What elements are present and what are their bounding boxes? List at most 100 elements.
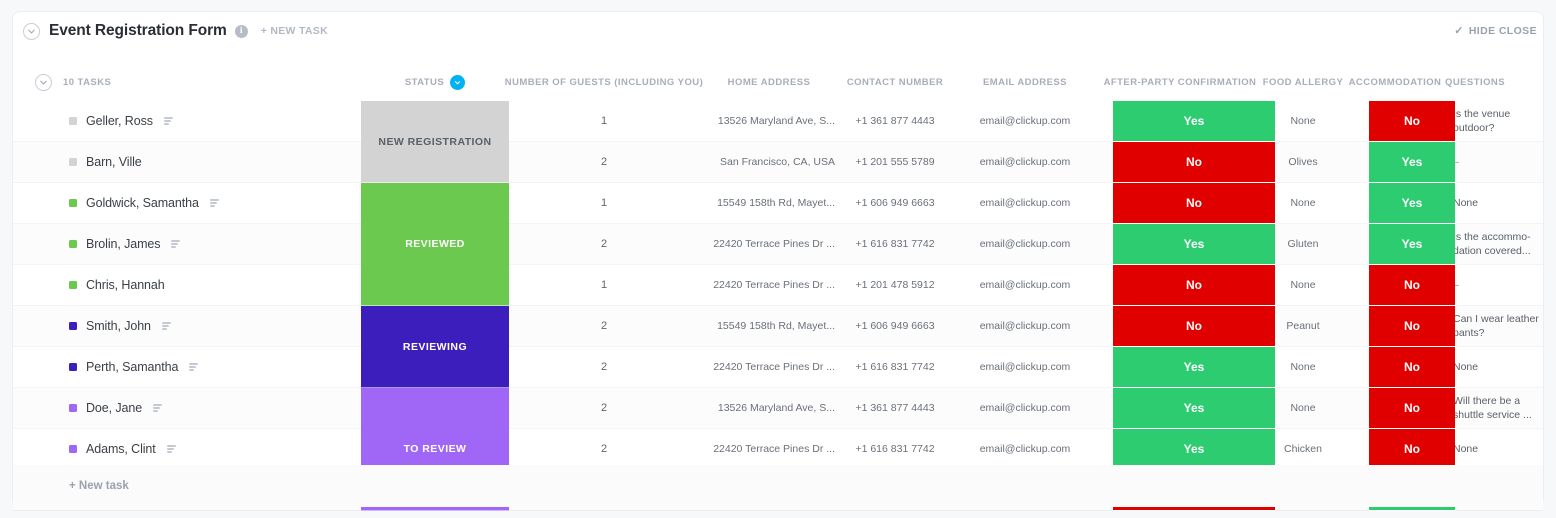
task-name-cell[interactable]: Chris, Hannah <box>13 265 361 305</box>
phone-cell[interactable]: +1 616 831 7742 <box>839 224 951 264</box>
description-icon[interactable] <box>171 240 181 248</box>
phone-cell[interactable]: +1 606 949 6663 <box>839 306 951 346</box>
questions-cell[interactable]: Is the accommo-dation covered... <box>1445 224 1545 264</box>
after-party-value[interactable]: Yes <box>1113 388 1275 429</box>
accommodation-value[interactable]: Yes <box>1369 224 1455 265</box>
column-header-accommodation[interactable]: ACCOMMODATION <box>1345 77 1445 88</box>
questions-cell[interactable]: Can I wear leather pants? <box>1445 306 1545 346</box>
email-cell[interactable]: email@clickup.com <box>951 224 1099 264</box>
task-name-cell[interactable]: Goldwick, Samantha <box>13 183 361 223</box>
address-cell[interactable]: 22420 Terrace Pines Dr ... <box>699 347 839 387</box>
phone-cell[interactable]: +1 361 877 4443 <box>839 101 951 141</box>
status-filter-chevron-down-icon[interactable] <box>450 75 466 90</box>
description-icon[interactable] <box>153 404 163 412</box>
phone-cell[interactable]: +1 616 831 7742 <box>839 347 951 387</box>
questions-cell[interactable]: None <box>1445 183 1545 223</box>
email-cell[interactable]: email@clickup.com <box>951 101 1099 141</box>
column-header-address[interactable]: HOME ADDRESS <box>699 77 839 88</box>
guests-cell[interactable]: 1 <box>509 101 699 141</box>
task-name-cell[interactable]: Barn, Ville <box>13 142 361 182</box>
accommodation-value[interactable]: Yes <box>1369 183 1455 224</box>
questions-cell[interactable]: Will there be a shuttle service ... <box>1445 388 1545 428</box>
after-party-value[interactable]: Yes <box>1113 347 1275 388</box>
address-cell[interactable]: 15549 158th Rd, Mayet... <box>699 183 839 223</box>
after-party-value[interactable]: No <box>1113 142 1275 183</box>
questions-cell[interactable]: Is the venue outdoor? <box>1445 101 1545 141</box>
task-name-cell[interactable]: Perth, Samantha <box>13 347 361 387</box>
guests-cell[interactable]: 1 <box>509 183 699 223</box>
phone-cell[interactable]: +1 616 831 7742 <box>839 429 951 469</box>
questions-cell[interactable]: None <box>1445 347 1545 387</box>
questions-cell[interactable]: – <box>1445 142 1545 182</box>
column-header-status[interactable]: STATUS <box>361 75 509 90</box>
table-row[interactable]: Goldwick, Samantha 1 15549 158th Rd, Mayet… <box>13 183 1543 224</box>
after-party-value[interactable]: No <box>1113 306 1275 347</box>
after-party-value[interactable]: Yes <box>1113 429 1275 470</box>
address-cell[interactable]: San Francisco, CA, USA <box>699 142 839 182</box>
add-new-task-button[interactable]: + New task <box>13 465 1543 507</box>
guests-cell[interactable]: 2 <box>509 142 699 182</box>
address-cell[interactable]: 22420 Terrace Pines Dr ... <box>699 429 839 469</box>
description-icon[interactable] <box>163 117 173 125</box>
status-block[interactable]: REVIEWED <box>361 183 509 306</box>
task-name-cell[interactable]: Geller, Ross <box>13 101 361 141</box>
address-cell[interactable]: 15549 158th Rd, Mayet... <box>699 306 839 346</box>
column-header-guests[interactable]: NUMBER OF GUESTS (INCLUDING YOU) <box>505 77 703 88</box>
email-cell[interactable]: email@clickup.com <box>951 429 1099 469</box>
info-icon[interactable]: i <box>234 24 248 38</box>
email-cell[interactable]: email@clickup.com <box>951 388 1099 428</box>
collapse-list-chevron-icon[interactable] <box>23 22 40 40</box>
accommodation-value[interactable]: No <box>1369 306 1455 347</box>
accommodation-value[interactable]: No <box>1369 429 1455 470</box>
after-party-value[interactable]: No <box>1113 183 1275 224</box>
description-icon[interactable] <box>166 445 176 453</box>
column-header-questions[interactable]: QUESTIONS <box>1445 77 1545 88</box>
phone-cell[interactable]: +1 361 877 4443 <box>839 388 951 428</box>
email-cell[interactable]: email@clickup.com <box>951 183 1099 223</box>
address-cell[interactable]: 22420 Terrace Pines Dr ... <box>699 265 839 305</box>
table-row[interactable]: Geller, Ross 1 13526 Maryland Ave, S... +1 … <box>13 101 1543 142</box>
description-icon[interactable] <box>209 199 219 207</box>
column-header-food-allergy[interactable]: FOOD ALLERGY <box>1261 77 1345 88</box>
task-name-cell[interactable]: Brolin, James <box>13 224 361 264</box>
accommodation-value[interactable]: Yes <box>1369 142 1455 183</box>
after-party-value[interactable]: Yes <box>1113 101 1275 142</box>
accommodation-value[interactable]: No <box>1369 388 1455 429</box>
guests-cell[interactable]: 2 <box>509 224 699 264</box>
questions-cell[interactable]: – <box>1445 265 1545 305</box>
accommodation-value[interactable]: No <box>1369 101 1455 142</box>
phone-cell[interactable]: +1 606 949 6663 <box>839 183 951 223</box>
task-name-cell[interactable]: Doe, Jane <box>13 388 361 428</box>
phone-cell[interactable]: +1 201 555 5789 <box>839 142 951 182</box>
accommodation-value[interactable]: No <box>1369 347 1455 388</box>
description-icon[interactable] <box>189 363 199 371</box>
table-row[interactable]: Smith, John 2 15549 158th Rd, Mayet... +1 6… <box>13 306 1543 347</box>
address-cell[interactable]: 13526 Maryland Ave, S... <box>699 388 839 428</box>
guests-cell[interactable]: 2 <box>509 306 699 346</box>
guests-cell[interactable]: 2 <box>509 347 699 387</box>
table-row[interactable]: Chris, Hannah 1 22420 Terrace Pines Dr ...… <box>13 265 1543 306</box>
accommodation-value[interactable]: No <box>1369 265 1455 306</box>
column-header-email[interactable]: EMAIL ADDRESS <box>951 77 1099 88</box>
description-icon[interactable] <box>161 322 171 330</box>
address-cell[interactable]: 13526 Maryland Ave, S... <box>699 101 839 141</box>
table-row[interactable]: Perth, Samantha 2 22420 Terrace Pines Dr .… <box>13 347 1543 388</box>
table-row[interactable]: Barn, Ville 2 San Francisco, CA, USA +1 201… <box>13 142 1543 183</box>
guests-cell[interactable]: 2 <box>509 429 699 469</box>
guests-cell[interactable]: 2 <box>509 388 699 428</box>
collapse-group-chevron-icon[interactable] <box>35 74 52 91</box>
questions-cell[interactable]: None <box>1445 429 1545 469</box>
table-row[interactable]: Adams, Clint 2 22420 Terrace Pines Dr ... +… <box>13 429 1543 470</box>
email-cell[interactable]: email@clickup.com <box>951 265 1099 305</box>
email-cell[interactable]: email@clickup.com <box>951 306 1099 346</box>
status-block[interactable]: NEW REGISTRATION <box>361 101 509 183</box>
after-party-value[interactable]: No <box>1113 265 1275 306</box>
new-task-header-button[interactable]: + NEW TASK <box>261 25 328 37</box>
email-cell[interactable]: email@clickup.com <box>951 142 1099 182</box>
email-cell[interactable]: email@clickup.com <box>951 347 1099 387</box>
after-party-value[interactable]: Yes <box>1113 224 1275 265</box>
table-row[interactable]: Doe, Jane 2 13526 Maryland Ave, S... +1 361… <box>13 388 1543 429</box>
task-name-cell[interactable]: Smith, John <box>13 306 361 346</box>
phone-cell[interactable]: +1 201 478 5912 <box>839 265 951 305</box>
address-cell[interactable]: 22420 Terrace Pines Dr ... <box>699 224 839 264</box>
